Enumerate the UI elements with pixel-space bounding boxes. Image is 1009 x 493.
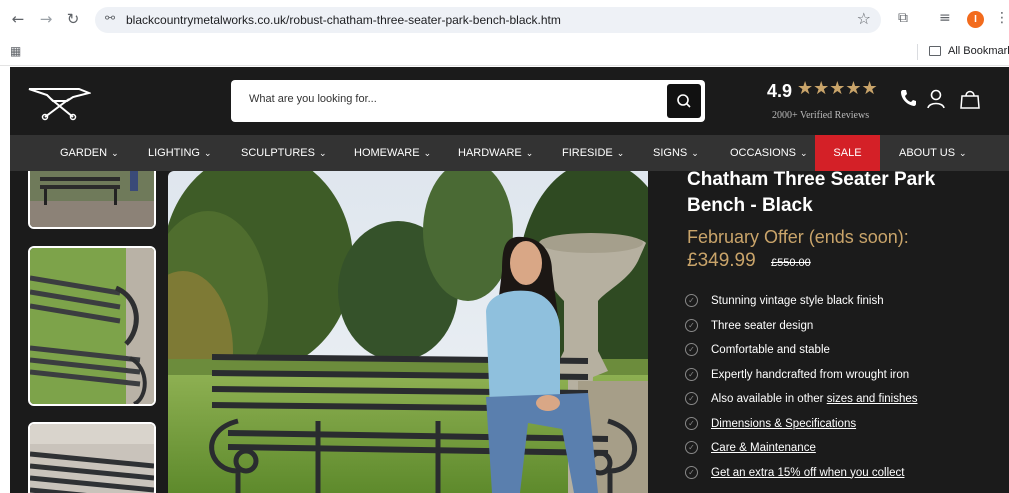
product-thumbnail[interactable] — [28, 171, 156, 229]
nav-label: SCULPTURES — [241, 147, 315, 159]
folder-icon[interactable] — [929, 46, 941, 56]
check-circle-icon: ✓ — [685, 465, 698, 479]
feature-text: Also available in other — [711, 393, 827, 405]
nav-item-garden[interactable]: GARDEN ⌄ — [60, 135, 119, 171]
nav-item-lighting[interactable]: LIGHTING ⌄ — [148, 135, 212, 171]
extensions-icon[interactable]: ⧉ — [898, 10, 908, 26]
product-main-image[interactable] — [168, 171, 648, 493]
thumbnail-image — [30, 248, 154, 404]
browser-toolbar: ← → ↻ ⚯ blackcountrymetalworks.co.uk/rob… — [0, 0, 1009, 40]
product-title: Chatham Three Seater Park Bench - Black — [687, 171, 987, 219]
chevron-down-icon: ⌄ — [959, 149, 967, 159]
product-title-line2: Bench - Black — [687, 195, 813, 216]
nav-label: OCCASIONS — [730, 147, 797, 159]
feature-item: ✓ Also available in other sizes and finis… — [685, 391, 918, 416]
forward-arrow-icon[interactable]: → — [37, 10, 55, 28]
feature-item: ✓ Get an extra 15% off when you collect — [685, 465, 918, 490]
feature-item: ✓ Three seater design — [685, 318, 918, 343]
nav-label: ABOUT US — [899, 147, 956, 159]
check-circle-icon: ✓ — [685, 441, 698, 454]
profile-avatar[interactable]: I — [967, 11, 984, 28]
product-thumbnail[interactable] — [28, 422, 156, 493]
check-circle-icon: ✓ — [685, 367, 698, 381]
chevron-down-icon: ⌄ — [111, 149, 119, 159]
check-circle-icon: ✓ — [685, 318, 698, 332]
thumbnail-image — [30, 171, 154, 227]
chevron-down-icon: ⌄ — [616, 149, 625, 159]
nav-item-signs[interactable]: SIGNS ⌄ — [653, 135, 699, 171]
care-maintenance-link[interactable]: Care & Maintenance — [711, 442, 816, 454]
nav-label: FIRESIDE — [562, 147, 613, 159]
feature-text: Stunning vintage style black finish — [711, 295, 884, 307]
chevron-down-icon: ⌄ — [691, 149, 699, 159]
check-circle-icon: ✓ — [685, 343, 698, 356]
nav-item-homeware[interactable]: HOMEWARE ⌄ — [354, 135, 431, 171]
chevron-down-icon: ⌄ — [525, 149, 534, 159]
site-info-icon[interactable]: ⚯ — [105, 11, 115, 25]
nav-item-fireside[interactable]: FIRESIDE ⌄ — [562, 135, 624, 171]
feature-item: ✓ Expertly handcrafted from wrought iron — [685, 367, 918, 392]
check-circle-icon: ✓ — [685, 416, 698, 430]
nav-label: GARDEN — [60, 147, 108, 159]
feature-text: Three seater design — [711, 319, 814, 332]
feature-item: ✓ Dimensions & Specifications — [685, 416, 918, 441]
reload-icon[interactable]: ↻ — [64, 10, 82, 28]
nav-label: LIGHTING — [148, 147, 200, 159]
site-header: 4.9 ★★★★★ 2000+ Verified Reviews — [10, 67, 1009, 135]
product-title-line1: Chatham Three Seater Park — [687, 171, 936, 190]
search-input[interactable] — [249, 93, 649, 105]
feature-text: Comfortable and stable — [711, 344, 830, 356]
feature-list: ✓ Stunning vintage style black finish ✓ Th… — [685, 293, 918, 489]
check-circle-icon: ✓ — [685, 392, 698, 405]
nav-item-occasions[interactable]: OCCASIONS ⌄ — [730, 135, 808, 171]
nav-label: SIGNS — [653, 147, 688, 159]
old-price: £550.00 — [771, 257, 811, 269]
offer-text: February Offer (ends soon): — [687, 227, 909, 247]
phone-icon[interactable] — [900, 89, 916, 107]
nav-item-about-us[interactable]: ABOUT US ⌄ — [899, 135, 967, 171]
check-circle-icon: ✓ — [685, 294, 698, 307]
kebab-menu-icon[interactable]: ⋮ — [995, 10, 1009, 26]
product-section: Chatham Three Seater Park Bench - Black … — [10, 171, 1009, 493]
chevron-down-icon: ⌄ — [203, 149, 212, 159]
url-text[interactable]: blackcountrymetalworks.co.uk/robust-chat… — [126, 13, 561, 27]
feature-item: ✓ Stunning vintage style black finish — [685, 293, 918, 318]
sizes-and-finishes-link[interactable]: sizes and finishes — [827, 393, 918, 405]
bookmarks-bar: ▦ All Bookmarks — [0, 40, 1009, 66]
address-bar[interactable]: ⚯ blackcountrymetalworks.co.uk/robust-ch… — [95, 7, 881, 33]
rating-value: 4.9 — [767, 81, 793, 101]
apps-icon[interactable]: ▦ — [10, 44, 21, 58]
search-icon — [677, 94, 691, 108]
bag-icon[interactable] — [960, 89, 980, 109]
all-bookmarks-link[interactable]: All Bookmarks — [948, 45, 1009, 57]
reading-list-icon[interactable]: ≡ — [939, 10, 951, 26]
nav-item-hardware[interactable]: HARDWARE ⌄ — [458, 135, 533, 171]
dimensions-link[interactable]: Dimensions & Specifications — [711, 418, 856, 430]
product-thumbnail[interactable] — [28, 246, 156, 406]
thumbnail-image — [30, 424, 154, 493]
search-box — [231, 80, 705, 122]
collect-discount-link[interactable]: Get an extra 15% off when you collect — [711, 467, 904, 479]
main-nav: GARDEN ⌄ LIGHTING ⌄ SCULPTURES ⌄ HOMEWARE ⌄ … — [10, 135, 1009, 171]
bookmark-star-icon[interactable]: ☆ — [857, 9, 871, 28]
search-button[interactable] — [667, 84, 701, 118]
anvil-logo[interactable] — [27, 81, 91, 121]
price: £349.99 — [687, 250, 756, 271]
nav-label: HARDWARE — [458, 147, 522, 159]
chevron-down-icon: ⌄ — [423, 149, 432, 159]
feature-item: ✓ Comfortable and stable — [685, 342, 918, 367]
feature-item: ✓ Care & Maintenance — [685, 440, 918, 465]
rating-stars: ★★★★★ — [797, 78, 878, 99]
user-icon[interactable] — [927, 89, 945, 109]
verified-reviews-label[interactable]: 2000+ Verified Reviews — [772, 110, 869, 121]
back-arrow-icon[interactable]: ← — [9, 10, 27, 28]
nav-item-sale[interactable]: SALE — [815, 135, 880, 171]
chevron-down-icon: ⌄ — [800, 149, 808, 159]
chevron-down-icon: ⌄ — [318, 149, 327, 159]
feature-text: Expertly handcrafted from wrought iron — [711, 368, 910, 381]
nav-label: HOMEWARE — [354, 147, 420, 159]
bookmarks-divider — [917, 44, 918, 60]
nav-item-sculptures[interactable]: SCULPTURES ⌄ — [241, 135, 327, 171]
